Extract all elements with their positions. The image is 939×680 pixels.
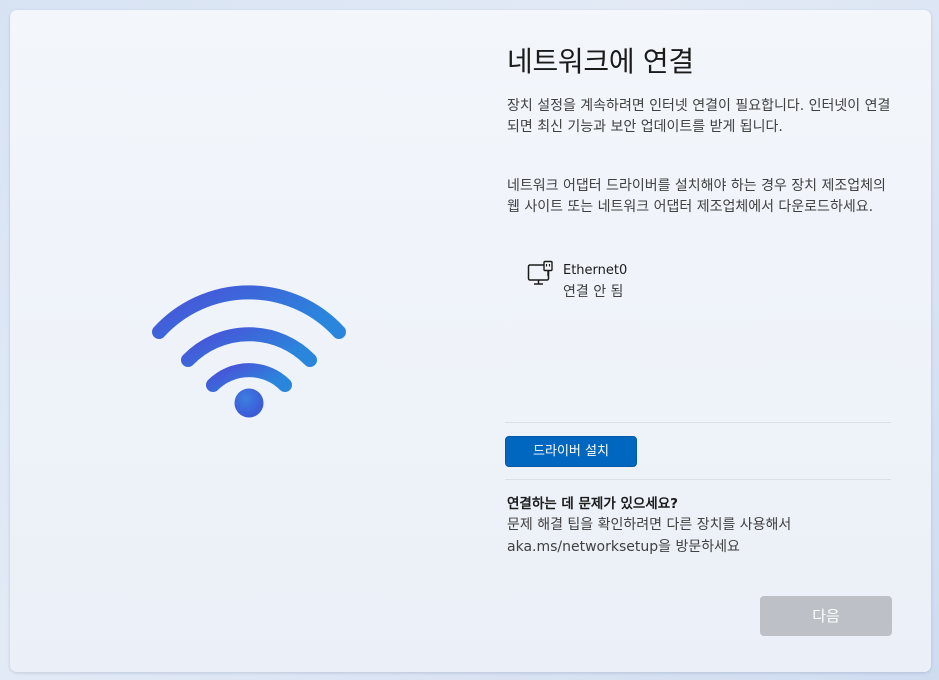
ethernet-network-icon [527,260,553,285]
next-button[interactable]: 다음 [760,596,892,636]
wifi-icon [152,285,346,418]
internet-required-text: 장치 설정을 계속하려면 인터넷 연결이 필요합니다. 인터넷이 연결되면 최신… [507,98,891,135]
network-adapter-item[interactable]: Ethernet0 연결 안 됨 [527,260,777,300]
help-text-line: aka.ms/networksetup을 방문하세요 [507,539,740,555]
adapter-status: 연결 안 됨 [563,284,624,300]
page-title: 네트워크에 연결 [507,45,694,78]
driver-info-text: 네트워크 어댑터 드라이버를 설치해야 하는 경우 장치 제조업체의 웹 사이트… [507,178,886,215]
help-heading: 연결하는 데 문제가 있으세요? [507,496,678,512]
setup-window: 네트워크에 연결 장치 설정을 계속하려면 인터넷 연결이 필요합니다. 인터넷… [10,10,931,672]
divider [505,479,891,480]
adapter-name: Ethernet0 [563,263,628,278]
divider [505,422,891,423]
help-text-line: 문제 해결 팁을 확인하려면 다른 장치를 사용해서 [507,517,792,533]
install-driver-button[interactable]: 드라이버 설치 [505,436,637,467]
